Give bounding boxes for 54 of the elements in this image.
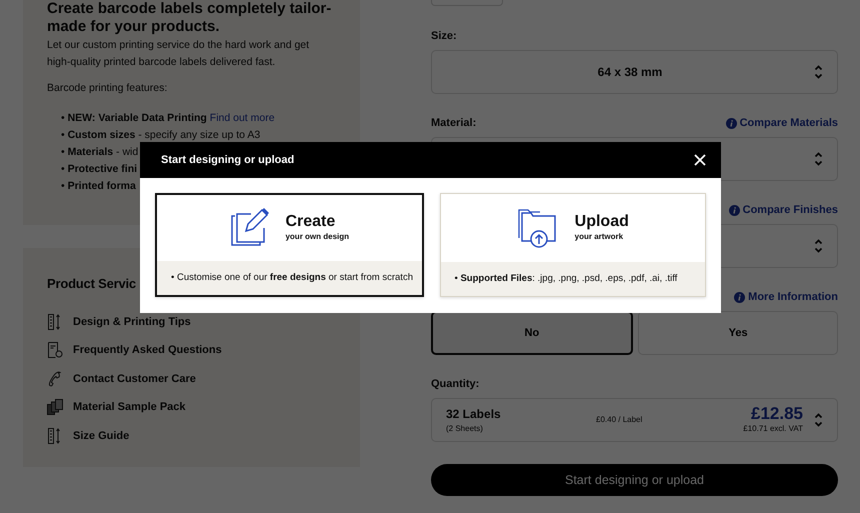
field-label: Material: <box>431 116 476 131</box>
field-label: Size: <box>431 28 457 44</box>
ruler-icon <box>47 314 63 330</box>
total-price: £12.85 <box>750 405 803 423</box>
service-link[interactable]: Design & Printing Tips <box>73 314 191 330</box>
option-title: Create <box>285 213 336 231</box>
ruler-icon <box>47 428 63 444</box>
intro-paragraph: Let our custom printing service do the hard work and get high-quality printed barcode labels delivered fast. <box>47 38 310 70</box>
up-down-chevron-icon <box>814 412 823 428</box>
info-link[interactable]: More Information <box>734 288 838 306</box>
unit-price: £0.40 / Label <box>596 414 644 426</box>
info-link[interactable]: Compare Finishes <box>728 202 838 218</box>
phone-handset-icon <box>47 370 63 387</box>
sheet-count: (2 Sheets) <box>446 423 484 435</box>
start-button[interactable]: Start designing or upload <box>431 464 838 496</box>
field-label: Quantity: <box>431 376 480 392</box>
sample-sheets-icon <box>47 399 63 416</box>
up-down-chevron-icon <box>814 64 823 80</box>
quantity-select[interactable]: 32 Labels (2 Sheets) £0.40 / Label £12.85 £10.71 excl. VAT <box>431 398 838 442</box>
feature-item: • NEW: Variable Data Printing Find out more <box>61 111 275 126</box>
info-icon <box>728 204 740 216</box>
feature-item: • Materials - wid <box>61 145 138 160</box>
service-link[interactable]: Contact Customer Care <box>73 370 196 388</box>
choice-button[interactable]: Yes <box>638 311 838 355</box>
size-select[interactable]: 64 x 38 mm <box>431 50 838 94</box>
feature-item: • Printed forma <box>61 179 136 194</box>
service-link[interactable]: Material Sample Pack <box>73 399 186 416</box>
info-icon <box>734 292 746 302</box>
services-heading: Product Servic <box>47 275 136 292</box>
info-icon <box>726 118 737 128</box>
service-link[interactable]: Frequently Asked Questions <box>73 342 222 359</box>
option-title: Upload <box>574 213 629 231</box>
option-note: • Supported Files: .jpg, .png, .psd, .eps, .pdf, .ai, .tiff <box>454 272 678 286</box>
page-heading: Create barcode labels completely tailor-made for your products. <box>47 0 332 36</box>
option-subtitle: your artwork <box>574 231 624 243</box>
create-option-card[interactable]: Create your own design • Customise one of our free designs or start from scratch <box>155 193 424 297</box>
up-down-chevron-icon <box>814 238 823 254</box>
feature-item: • Custom sizes - specify any size up to A3 <box>61 128 260 143</box>
choice-button[interactable]: No <box>431 311 633 355</box>
info-link[interactable]: Compare Materials <box>726 114 838 132</box>
document-icon <box>47 342 63 358</box>
upload-option-card[interactable]: Upload your artwork • Supported Files: .jpg, .png, .psd, .eps, .pdf, .ai, .tiff <box>440 193 706 297</box>
close-button[interactable] <box>694 154 706 166</box>
option-note: • Customise one of our free designs or start from scratch <box>171 270 413 285</box>
label-count: 32 Labels <box>446 406 502 423</box>
features-heading: Barcode printing features: <box>47 81 168 96</box>
price-excl-vat: £10.71 excl. VAT <box>743 423 803 435</box>
service-link[interactable]: Size Guide <box>73 428 130 444</box>
up-down-chevron-icon <box>814 151 823 167</box>
feature-item: • Protective fini <box>61 162 138 177</box>
square-pencil-icon <box>229 208 272 248</box>
option-subtitle: your own design <box>285 231 350 243</box>
find-out-more-link[interactable]: Find out more <box>210 112 275 124</box>
modal-title: Start designing or upload <box>161 152 294 168</box>
